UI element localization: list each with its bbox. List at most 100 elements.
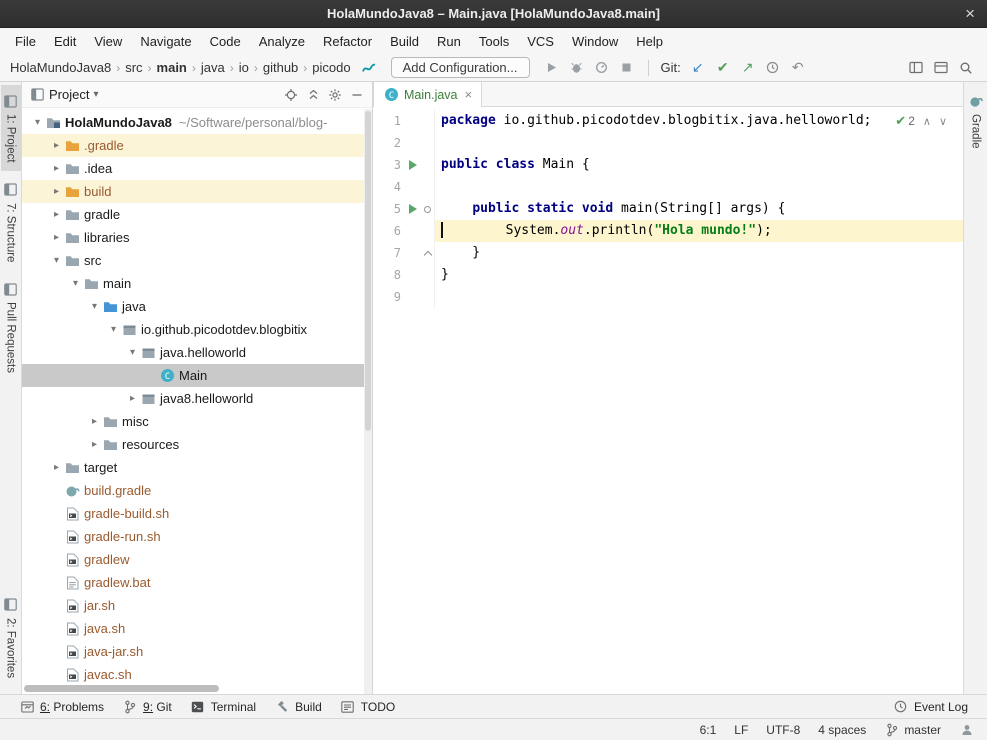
stripe-tab-gradle[interactable]: Gradle: [966, 85, 986, 157]
chevron-right-icon[interactable]: ▸: [49, 186, 64, 197]
profile-button[interactable]: [591, 57, 613, 79]
tree-item[interactable]: CMain: [22, 364, 372, 387]
debug-button[interactable]: [566, 57, 588, 79]
breadcrumb-item[interactable]: main: [157, 60, 187, 75]
toolwindow-button-event-log[interactable]: Event Log: [884, 695, 977, 718]
code-text[interactable]: System.out.println("Hola mundo!");: [435, 220, 963, 242]
menu-navigate[interactable]: Navigate: [131, 28, 200, 54]
stripe-tab-1-project[interactable]: 1: Project: [1, 85, 21, 171]
restore-layout-icon[interactable]: [930, 57, 952, 79]
inspection-widget[interactable]: ✔2 ∧ ∨: [895, 113, 947, 129]
tree-item[interactable]: jar.sh: [22, 594, 372, 617]
gradle-sync-icon[interactable]: [358, 57, 380, 79]
tree-item[interactable]: gradle-build.sh: [22, 502, 372, 525]
tree-item[interactable]: build.gradle: [22, 479, 372, 502]
tab-main-java[interactable]: C Main.java ×: [373, 82, 482, 107]
scrollbar-thumb[interactable]: [365, 111, 371, 431]
chevron-right-icon[interactable]: ▸: [49, 163, 64, 174]
chevron-right-icon[interactable]: ▸: [49, 462, 64, 473]
tree-item[interactable]: ▾HolaMundoJava8~/Software/personal/blog-: [22, 111, 372, 134]
stop-button[interactable]: [616, 57, 638, 79]
locate-file-icon[interactable]: [283, 87, 299, 103]
line-separator-indicator[interactable]: LF: [734, 723, 748, 737]
chevron-down-icon[interactable]: ▾: [106, 324, 121, 335]
tree-item[interactable]: ▾java.helloworld: [22, 341, 372, 364]
menu-tools[interactable]: Tools: [470, 28, 518, 54]
code-text[interactable]: }: [435, 242, 963, 264]
fold-marker-icon[interactable]: [421, 242, 435, 264]
run-line-icon[interactable]: [401, 154, 421, 176]
tree-item[interactable]: ▸java8.helloworld: [22, 387, 372, 410]
stripe-tab-2-favorites[interactable]: 2: Favorites: [1, 589, 21, 686]
rollback-icon[interactable]: ↶: [787, 57, 809, 79]
git-update-icon[interactable]: ↙: [687, 57, 709, 79]
file-encoding[interactable]: UTF-8: [766, 723, 800, 737]
git-push-icon[interactable]: ↗: [737, 57, 759, 79]
menu-window[interactable]: Window: [563, 28, 627, 54]
git-commit-icon[interactable]: ✔: [712, 57, 734, 79]
menu-code[interactable]: Code: [201, 28, 250, 54]
chevron-down-icon[interactable]: ▾: [87, 301, 102, 312]
menu-analyze[interactable]: Analyze: [250, 28, 314, 54]
tree-item[interactable]: ▾src: [22, 249, 372, 272]
next-problem-icon[interactable]: ∨: [939, 115, 947, 128]
toolwindow-button-build[interactable]: Build: [265, 695, 331, 718]
chevron-right-icon[interactable]: ▸: [125, 393, 140, 404]
breadcrumb-item[interactable]: java: [201, 60, 225, 75]
hector-icon[interactable]: [959, 722, 975, 738]
settings-gear-icon[interactable]: [327, 87, 343, 103]
chevron-down-icon[interactable]: ▾: [68, 278, 83, 289]
breadcrumb-item[interactable]: HolaMundoJava8: [10, 60, 111, 75]
stripe-tab-pull-requests[interactable]: Pull Requests: [1, 273, 21, 381]
tree-item[interactable]: gradlew: [22, 548, 372, 571]
tree-item[interactable]: ▾io.github.picodotdev.blogbitix: [22, 318, 372, 341]
toolwindow-button-9-git[interactable]: 9: Git: [113, 695, 181, 718]
run-configuration-select[interactable]: Add Configuration...: [391, 57, 530, 78]
menu-refactor[interactable]: Refactor: [314, 28, 381, 54]
tree-item[interactable]: ▸build: [22, 180, 372, 203]
hide-panel-icon[interactable]: [349, 87, 365, 103]
toolwindow-button-todo[interactable]: TODO: [331, 695, 404, 718]
tree-item[interactable]: java-jar.sh: [22, 640, 372, 663]
toolwindow-button-6-problems[interactable]: 6: Problems: [10, 695, 113, 718]
run-line-icon[interactable]: [401, 198, 421, 220]
tree-item[interactable]: ▸.gradle: [22, 134, 372, 157]
tree-item[interactable]: gradlew.bat: [22, 571, 372, 594]
tree-item[interactable]: ▸gradle: [22, 203, 372, 226]
tree-item[interactable]: ▸resources: [22, 433, 372, 456]
git-branch-widget[interactable]: master: [884, 722, 941, 738]
history-icon[interactable]: [762, 57, 784, 79]
prev-problem-icon[interactable]: ∧: [923, 115, 931, 128]
chevron-down-icon[interactable]: ▾: [93, 89, 98, 100]
tree-item[interactable]: javac.sh: [22, 663, 372, 686]
menu-view[interactable]: View: [85, 28, 131, 54]
stripe-tab-7-structure[interactable]: 7: Structure: [1, 174, 21, 270]
fold-marker-icon[interactable]: [421, 198, 435, 220]
tree-item[interactable]: ▾java: [22, 295, 372, 318]
menu-file[interactable]: File: [6, 28, 45, 54]
run-button[interactable]: [541, 57, 563, 79]
tree-item[interactable]: gradle-run.sh: [22, 525, 372, 548]
chevron-down-icon[interactable]: ▾: [49, 255, 64, 266]
code-text[interactable]: public static void main(String[] args) {: [435, 198, 963, 220]
chevron-down-icon[interactable]: ▾: [125, 347, 140, 358]
code-text[interactable]: [435, 176, 963, 198]
code-editor[interactable]: ✔2 ∧ ∨ 1package io.github.picodotdev.blo…: [373, 107, 963, 694]
indent-style[interactable]: 4 spaces: [818, 723, 866, 737]
project-panel-title[interactable]: Project: [49, 87, 89, 102]
tree-horizontal-scrollbar[interactable]: [24, 685, 219, 692]
tree-vertical-scrollbar[interactable]: [364, 109, 372, 694]
breadcrumb-item[interactable]: picodo: [312, 60, 350, 75]
code-text[interactable]: [435, 132, 963, 154]
window-close-button[interactable]: ×: [965, 0, 975, 27]
menu-vcs[interactable]: VCS: [518, 28, 563, 54]
tree-item[interactable]: ▸target: [22, 456, 372, 479]
chevron-right-icon[interactable]: ▸: [49, 232, 64, 243]
toolwindow-button-terminal[interactable]: Terminal: [181, 695, 265, 718]
search-everywhere-icon[interactable]: [955, 57, 977, 79]
caret-position[interactable]: 6:1: [700, 723, 717, 737]
tree-item[interactable]: ▸misc: [22, 410, 372, 433]
chevron-right-icon[interactable]: ▸: [87, 416, 102, 427]
layout-icon[interactable]: [905, 57, 927, 79]
code-text[interactable]: package io.github.picodotdev.blogbitix.j…: [435, 110, 963, 132]
